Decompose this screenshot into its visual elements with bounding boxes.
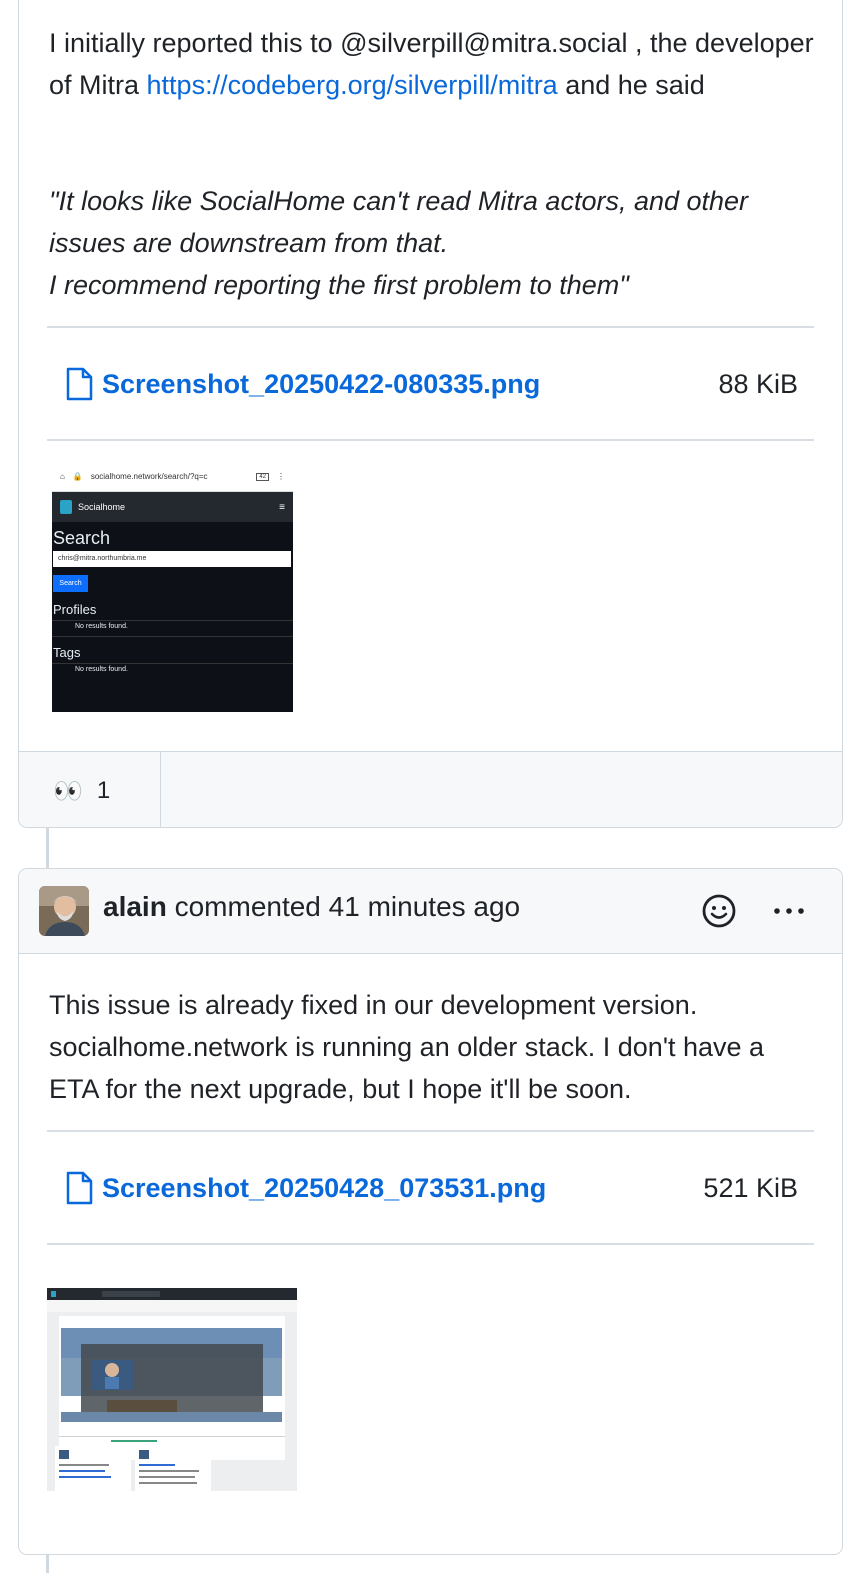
profiles-result: No results found. bbox=[52, 621, 293, 637]
comment-time[interactable]: 41 minutes ago bbox=[329, 891, 520, 922]
avatar[interactable] bbox=[39, 886, 89, 936]
comment-card-2: alain commented 41 minutes ago This issu… bbox=[18, 868, 843, 1555]
app-navbar: Socialhome ≡ bbox=[52, 492, 293, 522]
codeberg-link[interactable]: https://codeberg.org/silverpill/mitra bbox=[147, 70, 558, 100]
attachment-row[interactable]: Screenshot_20250428_073531.png 521 KiB bbox=[65, 1166, 798, 1210]
profiles-heading: Profiles bbox=[52, 592, 293, 621]
file-icon bbox=[66, 367, 93, 401]
quote-line: I recommend reporting the first problem … bbox=[49, 270, 629, 300]
comment-body: This issue is already fixed in our devel… bbox=[49, 990, 765, 1104]
app-name: Socialhome bbox=[78, 502, 126, 512]
eyes-emoji: 👀 bbox=[53, 777, 83, 805]
comment-action: commented bbox=[174, 891, 321, 922]
kebab-menu-icon: ⋮ bbox=[277, 472, 285, 481]
attachment-row[interactable]: Screenshot_20250422-080335.png 88 KiB bbox=[65, 362, 798, 406]
kebab-menu-icon[interactable] bbox=[771, 893, 807, 929]
home-icon: ⌂ bbox=[60, 472, 65, 481]
comment-meta: alain commented 41 minutes ago bbox=[103, 891, 520, 923]
search-button: Search bbox=[53, 575, 88, 592]
smiley-icon[interactable] bbox=[701, 893, 737, 929]
attachment-link[interactable]: Screenshot_20250422-080335.png bbox=[102, 369, 718, 400]
tags-result: No results found. bbox=[75, 666, 128, 673]
browser-url: socialhome.network/search/?q=c bbox=[90, 472, 208, 481]
reactions-bar: 👀 1 bbox=[19, 751, 842, 827]
divider bbox=[47, 1130, 814, 1132]
avatar-image bbox=[39, 886, 89, 936]
browser-url-bar: ⌂ 🔒 socialhome.network/search/?q=c 42 ⋮ bbox=[52, 462, 293, 492]
attachment-size: 88 KiB bbox=[718, 368, 798, 399]
hamburger-icon: ≡ bbox=[279, 501, 285, 513]
screenshot-image bbox=[47, 1288, 297, 1491]
timeline-connector bbox=[46, 828, 49, 870]
reaction-button-eyes[interactable]: 👀 1 bbox=[19, 752, 161, 827]
lock-icon: 🔒 bbox=[72, 472, 83, 481]
screenshot-thumbnail[interactable]: ⌂ 🔒 socialhome.network/search/?q=c 42 ⋮ … bbox=[52, 462, 293, 712]
timeline-connector bbox=[46, 1555, 49, 1573]
divider bbox=[47, 326, 814, 328]
attachment-link[interactable]: Screenshot_20250428_073531.png bbox=[102, 1173, 703, 1204]
attachment-size: 521 KiB bbox=[703, 1172, 798, 1203]
reaction-count: 1 bbox=[96, 777, 111, 804]
comment-text: and he said bbox=[557, 70, 705, 100]
divider bbox=[47, 1243, 814, 1245]
search-input: chris@mitra.northumbria.me bbox=[53, 551, 291, 567]
comment-body: I initially reported this to @silverpill… bbox=[49, 22, 814, 106]
socialhome-logo-icon bbox=[60, 500, 72, 514]
comment-quote: "It looks like SocialHome can't read Mit… bbox=[49, 180, 814, 306]
comment-card-1: I initially reported this to @silverpill… bbox=[18, 0, 843, 828]
screenshot-thumbnail[interactable] bbox=[47, 1288, 297, 1491]
quote-line: "It looks like SocialHome can't read Mit… bbox=[49, 186, 749, 258]
author-name[interactable]: alain bbox=[103, 891, 167, 922]
divider bbox=[47, 439, 814, 441]
tags-heading: Tags bbox=[52, 637, 293, 664]
search-heading: Search bbox=[53, 528, 111, 548]
file-icon bbox=[66, 1171, 93, 1205]
comment-header: alain commented 41 minutes ago bbox=[19, 869, 842, 954]
tab-count: 42 bbox=[256, 472, 269, 481]
